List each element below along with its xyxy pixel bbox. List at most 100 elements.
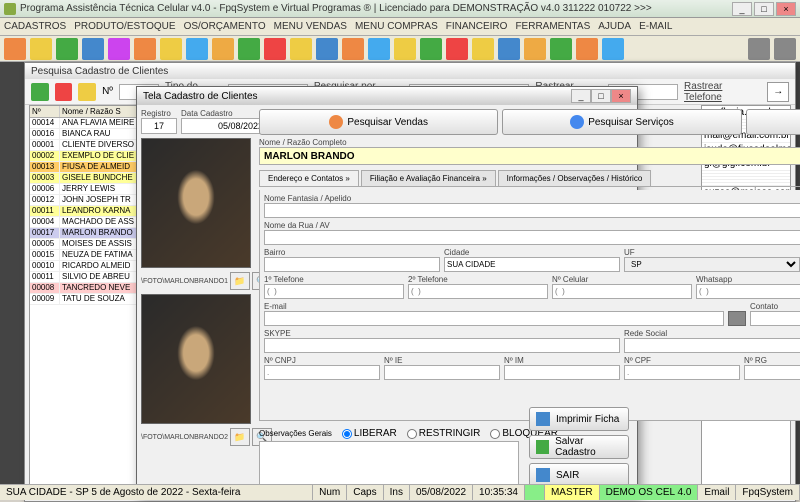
vendas-icon <box>329 115 343 129</box>
detail-right-panel: Pesquisar Vendas Pesquisar Serviços Pesq… <box>255 105 800 495</box>
detail-maximize-button[interactable]: □ <box>591 89 611 103</box>
toolbar-icon[interactable] <box>368 38 390 60</box>
close-button[interactable]: × <box>776 2 796 16</box>
menu-email[interactable]: E-MAIL <box>639 21 672 32</box>
maximize-button[interactable]: □ <box>754 2 774 16</box>
status-fpq[interactable]: FpqSystem <box>736 485 800 500</box>
email-input[interactable] <box>264 311 724 326</box>
photo2-browse-button[interactable]: 📁 <box>230 428 250 446</box>
main-menubar: CADASTROS PRODUTO/ESTOQUE OS/ORÇAMENTO M… <box>0 18 800 36</box>
grid-header-num[interactable]: Nº <box>30 106 60 117</box>
toolbar-icon[interactable] <box>290 38 312 60</box>
photo1-path: \FOTO\MARLONBRANDO1 <box>141 278 228 285</box>
cnpj-input[interactable] <box>264 365 380 380</box>
toolbar-icon[interactable] <box>108 38 130 60</box>
imprimir-button[interactable]: Imprimir Ficha <box>529 407 629 431</box>
im-input[interactable] <box>504 365 620 380</box>
detail-minimize-button[interactable]: _ <box>571 89 591 103</box>
tab-informacoes[interactable]: Informações / Observações / Histórico <box>498 170 652 186</box>
toolbar-icon[interactable] <box>420 38 442 60</box>
toolbar-icon[interactable] <box>748 38 770 60</box>
toolbar-icon[interactable] <box>56 38 78 60</box>
salvar-button[interactable]: Salvar Cadastro <box>529 435 629 459</box>
uf-select[interactable]: SP <box>624 257 800 272</box>
toolbar-icon[interactable] <box>576 38 598 60</box>
tab-filiacao[interactable]: Filiação e Avaliação Financeira » <box>361 170 496 186</box>
status-ins: Ins <box>384 485 410 500</box>
search-window-title: Pesquisa Cadastro de Clientes <box>25 63 795 79</box>
contato-input[interactable] <box>750 311 800 326</box>
menu-ferramentas[interactable]: FERRAMENTAS <box>515 21 590 32</box>
toolbar-icon[interactable] <box>30 38 52 60</box>
app-titlebar: Programa Assistência Técnica Celular v4.… <box>0 0 800 18</box>
statusbar: SUA CIDADE - SP 5 de Agosto de 2022 - Se… <box>0 484 800 500</box>
toolbar-icon[interactable] <box>602 38 624 60</box>
rua-input[interactable] <box>264 230 800 245</box>
cidade-input[interactable] <box>444 257 620 272</box>
minimize-button[interactable]: _ <box>732 2 752 16</box>
radio-restringir[interactable] <box>407 429 417 439</box>
status-date: 05/08/2022 <box>410 485 473 500</box>
toolbar-icon[interactable] <box>550 38 572 60</box>
status-time: 10:35:34 <box>473 485 525 500</box>
detail-tabs: Endereço e Contatos » Filiação e Avaliaç… <box>259 170 800 187</box>
menu-os[interactable]: OS/ORÇAMENTO <box>184 21 266 32</box>
email-button[interactable] <box>728 311 746 326</box>
fantasia-input[interactable] <box>264 203 800 218</box>
detail-close-button[interactable]: × <box>611 89 631 103</box>
toolbar-icon[interactable] <box>4 38 26 60</box>
client-photo-2 <box>141 294 251 424</box>
toolbar-icon[interactable] <box>342 38 364 60</box>
tel2-input[interactable] <box>408 284 548 299</box>
menu-produto[interactable]: PRODUTO/ESTOQUE <box>74 21 175 32</box>
edit-icon[interactable] <box>78 83 96 101</box>
menu-ajuda[interactable]: AJUDA <box>598 21 631 32</box>
cpf-input[interactable] <box>624 365 740 380</box>
photo1-browse-button[interactable]: 📁 <box>230 272 250 290</box>
rg-input[interactable] <box>744 365 800 380</box>
toolbar-icon[interactable] <box>186 38 208 60</box>
toolbar-icon[interactable] <box>472 38 494 60</box>
rede-input[interactable] <box>624 338 800 353</box>
status-master: MASTER <box>545 485 600 500</box>
toolbar-icon[interactable] <box>446 38 468 60</box>
pesquisar-financeiro-button[interactable]: Pesquisar Financeiro <box>746 109 800 135</box>
status-indicator <box>525 485 545 500</box>
toolbar-icon[interactable] <box>212 38 234 60</box>
menu-cadastros[interactable]: CADASTROS <box>4 21 66 32</box>
skype-input[interactable] <box>264 338 620 353</box>
pesquisar-servicos-button[interactable]: Pesquisar Serviços <box>502 109 741 135</box>
toolbar-icon[interactable] <box>498 38 520 60</box>
cel-input[interactable] <box>552 284 692 299</box>
detail-window: Tela Cadastro de Clientes _ □ × Registro… <box>136 86 638 496</box>
search-go-button[interactable]: → <box>767 82 789 102</box>
whats-input[interactable] <box>696 284 800 299</box>
add-icon[interactable] <box>31 83 49 101</box>
name-input[interactable] <box>259 147 800 165</box>
radio-bloquear[interactable] <box>490 429 500 439</box>
workspace: Pesquisa Cadastro de Clientes Nº Tipo do… <box>0 62 800 484</box>
toolbar-icon[interactable] <box>238 38 260 60</box>
toolbar-icon[interactable] <box>316 38 338 60</box>
toolbar-icon[interactable] <box>134 38 156 60</box>
toolbar-icon[interactable] <box>160 38 182 60</box>
pesquisar-vendas-button[interactable]: Pesquisar Vendas <box>259 109 498 135</box>
photo2-path: \FOTO\MARLONBRANDO2 <box>141 434 228 441</box>
toolbar-icon[interactable] <box>264 38 286 60</box>
tel1-input[interactable] <box>264 284 404 299</box>
reg-input[interactable] <box>141 118 177 134</box>
toolbar-icon[interactable] <box>394 38 416 60</box>
tab-endereco[interactable]: Endereço e Contatos » <box>259 170 359 186</box>
menu-compras[interactable]: MENU COMPRAS <box>355 21 438 32</box>
toolbar-icon[interactable] <box>524 38 546 60</box>
menu-vendas[interactable]: MENU VENDAS <box>274 21 347 32</box>
toolbar-icon[interactable] <box>774 38 796 60</box>
obs-label: Observações Gerais <box>259 429 332 438</box>
bairro-input[interactable] <box>264 257 440 272</box>
status-email[interactable]: Email <box>698 485 736 500</box>
menu-financeiro[interactable]: FINANCEIRO <box>446 21 508 32</box>
radio-liberar[interactable] <box>342 429 352 439</box>
delete-icon[interactable] <box>55 83 73 101</box>
ie-input[interactable] <box>384 365 500 380</box>
toolbar-icon[interactable] <box>82 38 104 60</box>
